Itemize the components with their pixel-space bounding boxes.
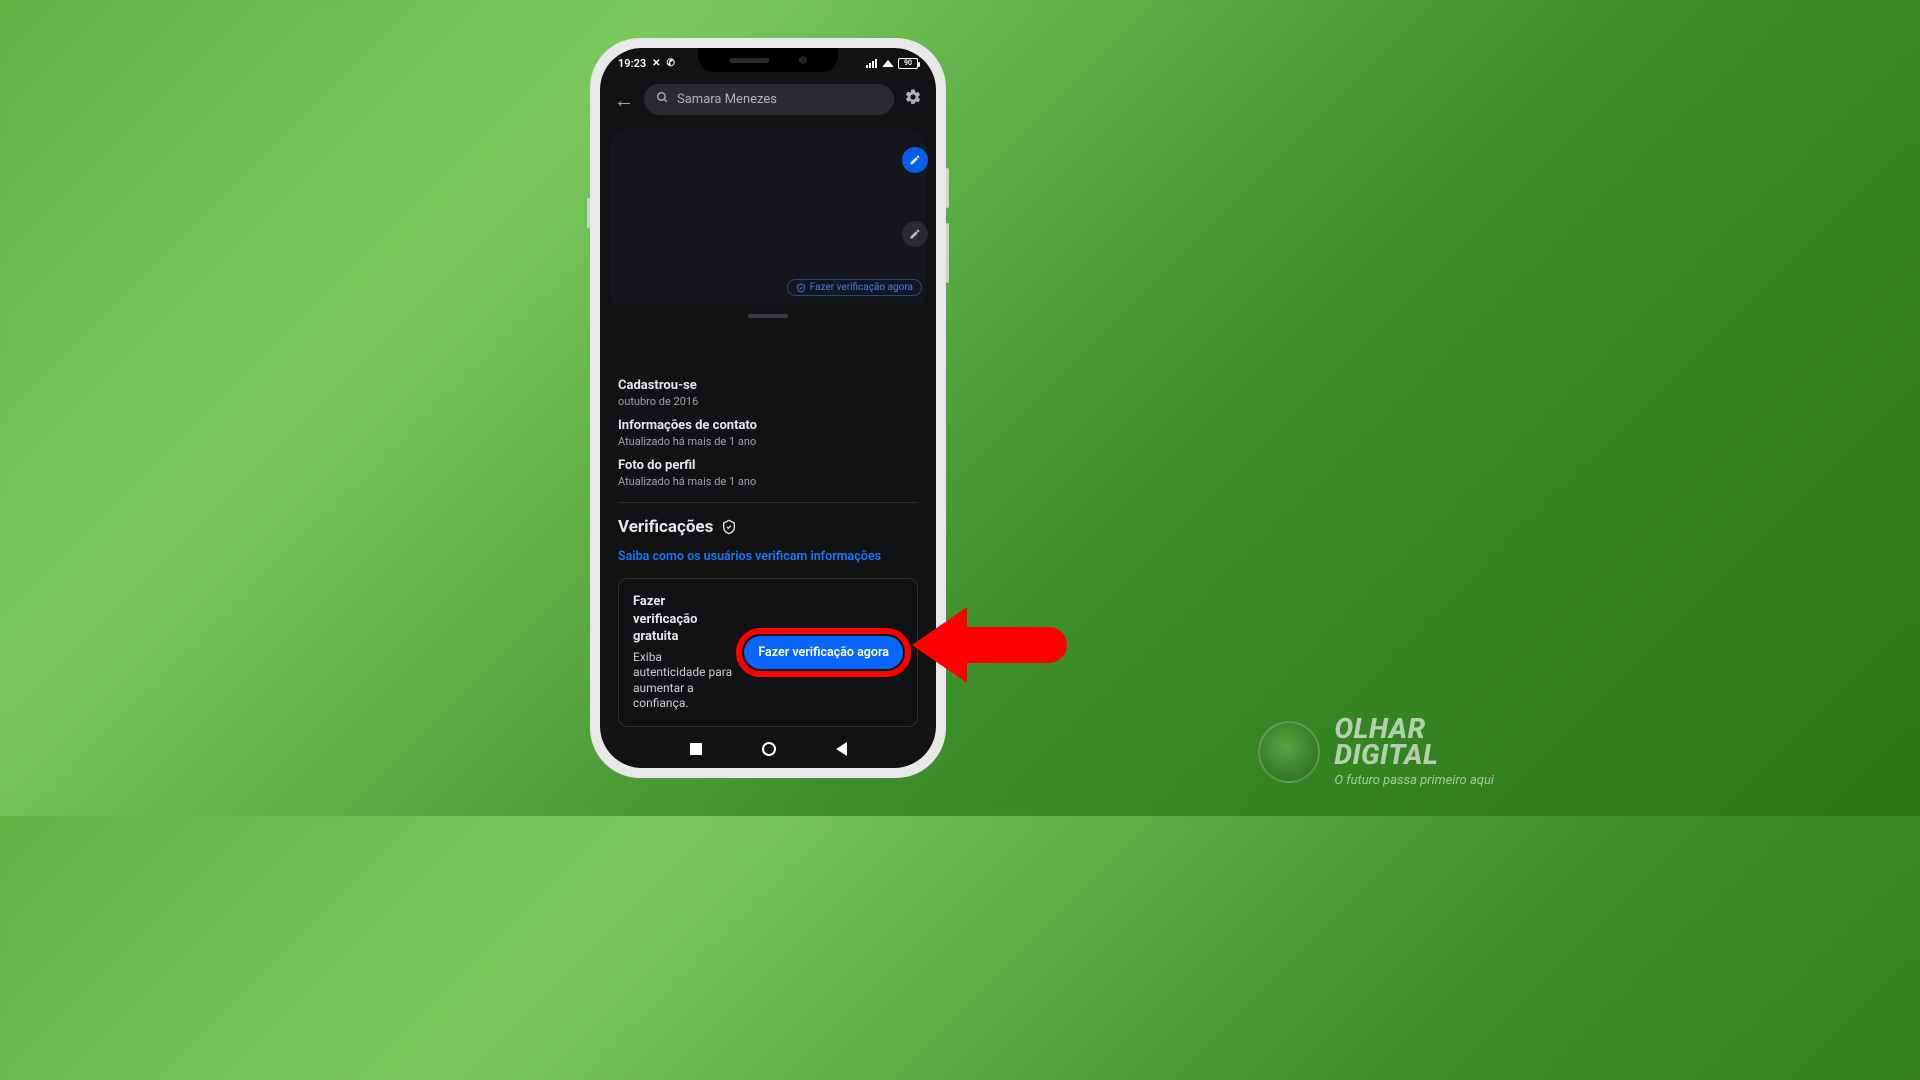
- signal-icon: [866, 58, 878, 68]
- search-value: Samara Menezes: [677, 92, 777, 107]
- edit-cover-button[interactable]: [902, 147, 928, 173]
- watermark: OLHAR DIGITAL O futuro passa primeiro aq…: [1258, 716, 1494, 788]
- learn-verification-link[interactable]: Saiba como os usuários verificam informa…: [618, 549, 918, 564]
- phone-icon: ✆: [667, 58, 675, 69]
- profile-info-section: Cadastrou-se outubro de 2016 Informações…: [600, 318, 936, 727]
- android-nav-bar: [600, 742, 936, 756]
- verification-card-title: Fazer verificação gratuita: [633, 593, 732, 646]
- verify-now-button-label: Fazer verificação agora: [758, 645, 889, 660]
- info-joined-sub: outubro de 2016: [618, 395, 918, 408]
- info-photo: Foto do perfil Atualizado há mais de 1 a…: [618, 458, 918, 488]
- watermark-logo-icon: [1258, 721, 1320, 783]
- app-bar: ← Samara Menezes: [600, 78, 936, 121]
- verify-pill-label: Fazer verificação agora: [810, 282, 913, 293]
- nav-home-button[interactable]: [762, 742, 776, 756]
- verification-card: Fazer verificação gratuita Exiba autenti…: [618, 578, 918, 727]
- info-joined: Cadastrou-se outubro de 2016: [618, 378, 918, 408]
- annotation-arrow: [912, 607, 1067, 683]
- phone-notch: [698, 48, 838, 72]
- search-field[interactable]: Samara Menezes: [644, 84, 894, 115]
- info-contact: Informações de contato Atualizado há mai…: [618, 418, 918, 448]
- verifications-header: Verificações: [618, 517, 918, 537]
- watermark-tagline: O futuro passa primeiro aqui: [1334, 773, 1494, 788]
- info-photo-title: Foto do perfil: [618, 458, 918, 473]
- status-time: 19:23: [618, 57, 646, 70]
- phone-side-button: [946, 168, 949, 208]
- profile-cover-area: Fazer verificação agora: [610, 129, 926, 304]
- phone-side-button: [587, 198, 590, 228]
- phone-screen: 19:23 ✕ ✆ 90 ← Samara Menezes: [600, 48, 936, 768]
- search-icon: [656, 91, 669, 108]
- info-contact-title: Informações de contato: [618, 418, 918, 433]
- nav-back-button[interactable]: [836, 742, 847, 756]
- info-photo-sub: Atualizado há mais de 1 ano: [618, 475, 918, 488]
- nav-recent-button[interactable]: [690, 743, 702, 755]
- phone-side-button: [946, 223, 949, 283]
- divider: [618, 502, 918, 503]
- battery-icon: 90: [898, 58, 918, 69]
- back-button[interactable]: ←: [614, 90, 634, 110]
- settings-button[interactable]: [904, 88, 922, 111]
- verify-now-pill[interactable]: Fazer verificação agora: [787, 279, 922, 296]
- shield-check-icon: [721, 519, 737, 535]
- verify-now-button[interactable]: Fazer verificação agora: [744, 636, 903, 669]
- verification-card-sub: Exiba autenticidade para aumentar a conf…: [633, 650, 732, 712]
- watermark-brand-line2: DIGITAL: [1334, 742, 1494, 769]
- phone-frame: 19:23 ✕ ✆ 90 ← Samara Menezes: [590, 38, 946, 778]
- verifications-title: Verificações: [618, 517, 713, 537]
- info-joined-title: Cadastrou-se: [618, 378, 918, 393]
- wifi-icon: [882, 59, 894, 66]
- dnd-icon: ✕: [652, 58, 660, 69]
- info-contact-sub: Atualizado há mais de 1 ano: [618, 435, 918, 448]
- edit-profile-photo-button[interactable]: [902, 221, 928, 247]
